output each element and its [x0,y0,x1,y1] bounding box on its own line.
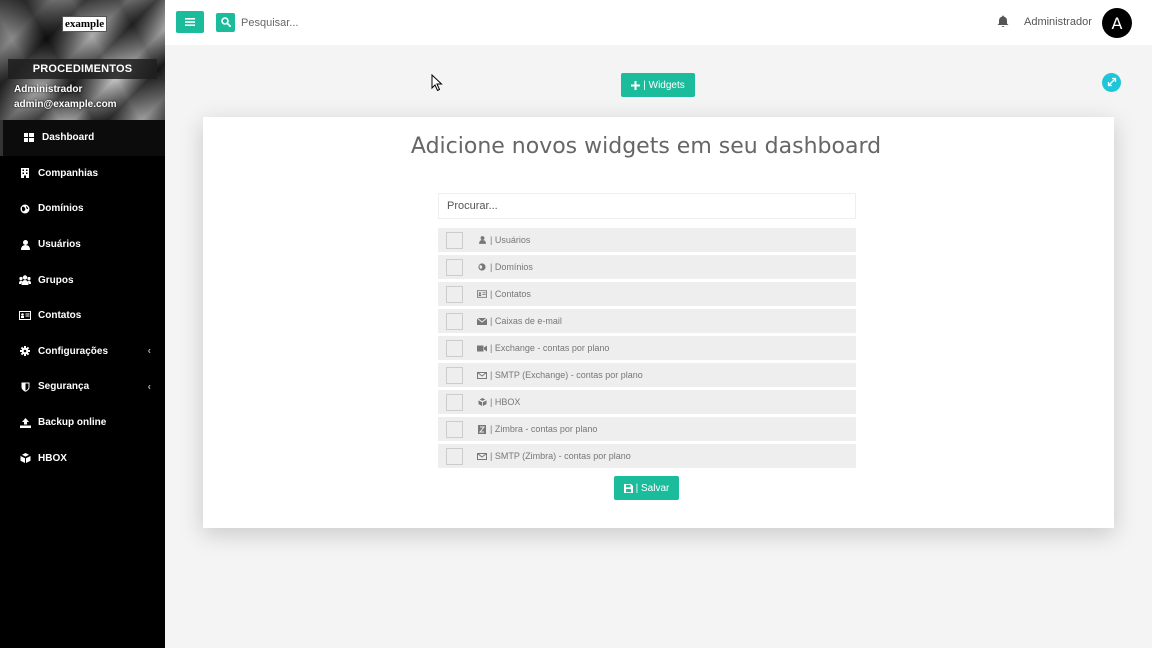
sidebar-item-label: Dashboard [42,132,95,144]
avatar[interactable]: A [1102,8,1132,38]
sidebar-item-seguranca[interactable]: Segurança ‹ [0,369,165,405]
envelope-icon [477,316,487,326]
user-menu-label[interactable]: Administrador [1024,16,1092,28]
bell-icon[interactable] [997,15,1011,29]
user-icon [477,235,487,245]
shield-icon [18,381,32,393]
widget-option-smtp-exchange[interactable]: | SMTP (Exchange) - contas por plano [438,363,856,387]
floppy-disk-icon [623,483,633,493]
sidebar-item-backup-online[interactable]: Backup online [0,405,165,441]
widget-checkbox[interactable] [446,420,463,438]
widget-option-exchange[interactable]: | Exchange - contas por plano [438,336,856,360]
widget-label: | SMTP (Zimbra) - contas por plano [490,451,631,461]
search-input[interactable] [241,13,461,33]
add-widgets-button[interactable]: | Widgets [621,73,695,97]
sidebar-item-hbox[interactable]: HBOX [0,440,165,476]
widget-option-zimbra[interactable]: | Zimbra - contas por plano [438,417,856,441]
widget-label: | SMTP (Exchange) - contas por plano [490,370,643,380]
user-icon [18,239,32,251]
section-title: PROCEDIMENTOS [8,59,157,79]
sidebar-item-label: Grupos [38,274,74,286]
expand-icon [1107,74,1117,92]
widget-checkbox[interactable] [446,447,463,465]
globe-icon [18,203,32,215]
add-widgets-card: Adicione novos widgets em seu dashboard … [203,117,1114,528]
widget-label: | Domínios [490,262,533,272]
mouse-cursor-icon [431,73,443,92]
sidebar-item-usuarios[interactable]: Usuários [0,227,165,263]
chevron-left-icon: ‹ [147,381,151,393]
hamburger-icon [185,13,195,31]
sidebar-item-configuracoes[interactable]: Configurações ‹ [0,334,165,370]
contact-card-icon [477,289,487,299]
save-button[interactable]: | Salvar [614,476,679,500]
contact-card-icon [18,310,32,322]
widget-list: | Usuários | Domínios | Contatos | Caixa… [438,228,856,471]
envelope-outline-icon [477,370,487,380]
gear-icon [18,345,32,357]
zimbra-icon [477,424,487,434]
sidebar-header: example PROCEDIMENTOS Administrador admi… [0,0,165,120]
widget-label: | HBOX [490,397,521,407]
user-name: Administrador [14,84,83,95]
sidebar-item-label: Backup online [38,417,107,429]
sidebar: example PROCEDIMENTOS Administrador admi… [0,0,165,648]
card-title: Adicione novos widgets em seu dashboard [410,134,882,159]
sidebar-item-label: Contatos [38,310,82,322]
building-icon [18,167,32,179]
sidebar-item-label: Domínios [38,203,84,215]
upload-icon [18,417,32,429]
widget-checkbox[interactable] [446,393,463,411]
widget-checkbox[interactable] [446,366,463,384]
widget-option-hbox[interactable]: | HBOX [438,390,856,414]
chevron-left-icon: ‹ [147,345,151,357]
add-widgets-label: | Widgets [643,79,685,91]
cubes-icon [18,452,32,464]
widget-checkbox[interactable] [446,285,463,303]
widget-label: | Exchange - contas por plano [490,343,610,353]
widget-checkbox[interactable] [446,231,463,249]
globe-icon [477,262,487,272]
widget-checkbox[interactable] [446,258,463,276]
widget-checkbox[interactable] [446,339,463,357]
sidebar-item-label: Usuários [38,239,81,251]
plus-icon [631,78,641,93]
sidebar-nav: Dashboard Companhias Domínios Usuários G… [0,120,165,476]
search-button[interactable] [216,13,235,32]
widget-checkbox[interactable] [446,312,463,330]
menu-toggle-button[interactable] [176,11,204,33]
save-button-label: | Salvar [635,482,670,494]
widget-option-usuarios[interactable]: | Usuários [438,228,856,252]
widget-label: | Usuários [490,235,531,245]
widget-label: | Caixas de e-mail [490,316,562,326]
cubes-icon [477,397,487,407]
widget-label: | Contatos [490,289,531,299]
users-icon [18,274,32,286]
sidebar-item-grupos[interactable]: Grupos [0,262,165,298]
topbar: Administrador A [165,0,1152,45]
widget-option-dominios[interactable]: | Domínios [438,255,856,279]
widget-option-smtp-zimbra[interactable]: | SMTP (Zimbra) - contas por plano [438,444,856,468]
expand-button[interactable] [1102,73,1121,92]
sidebar-item-dashboard[interactable]: Dashboard [0,120,165,156]
envelope-outline-icon [477,451,487,461]
dashboard-icon [22,132,36,144]
video-icon [477,343,487,353]
search-icon [220,14,231,32]
sidebar-item-contatos[interactable]: Contatos [0,298,165,334]
widget-search-input[interactable] [438,193,856,219]
widget-option-caixas-de-email[interactable]: | Caixas de e-mail [438,309,856,333]
sidebar-item-dominios[interactable]: Domínios [0,191,165,227]
sidebar-item-label: Companhias [38,167,99,179]
user-email: admin@example.com [14,99,117,110]
widget-label: | Zimbra - contas por plano [490,424,598,434]
sidebar-item-companhias[interactable]: Companhias [0,156,165,192]
sidebar-item-label: HBOX [38,452,67,464]
widget-option-contatos[interactable]: | Contatos [438,282,856,306]
sidebar-item-label: Configurações [38,345,109,357]
sidebar-item-label: Segurança [38,381,90,393]
logo: example [62,16,108,32]
